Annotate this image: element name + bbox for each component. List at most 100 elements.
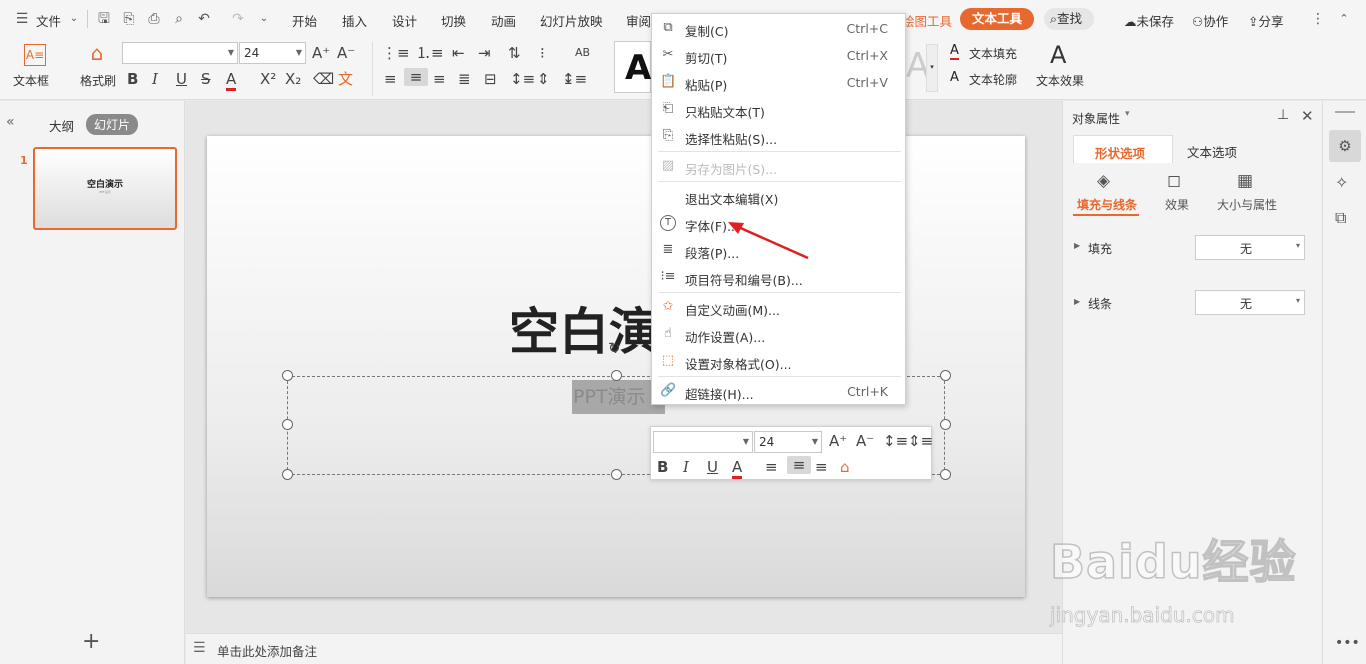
decrease-font-icon[interactable]: A⁻ <box>856 432 874 450</box>
tab-text-tools[interactable]: 文本工具 <box>960 8 1035 30</box>
subscript-icon[interactable]: X₂ <box>285 70 301 88</box>
share-button[interactable]: ⇪分享 <box>1248 11 1284 30</box>
properties-icon[interactable]: ⚙ <box>1329 130 1361 162</box>
tab-design[interactable]: 设计 <box>392 11 417 30</box>
resize-handle[interactable] <box>940 370 951 381</box>
tab-outline[interactable]: 大纲 <box>49 116 74 135</box>
chevron-down-icon[interactable]: ▾ <box>1125 109 1130 119</box>
size-property-icon[interactable]: ▦ <box>1237 171 1253 191</box>
line-spacing-icon[interactable]: ↕≡ <box>883 432 908 450</box>
tab-shape-options[interactable]: 形状选项 <box>1073 135 1173 163</box>
tab-home[interactable]: 开始 <box>292 11 317 30</box>
font-color-icon[interactable]: A <box>732 458 743 479</box>
text-style-gallery[interactable]: A <box>614 41 651 93</box>
align-center-icon[interactable]: ≡ <box>404 68 428 86</box>
rotate-handle-icon[interactable]: ↻ <box>608 340 624 356</box>
sort-icon[interactable]: ⇅ <box>508 44 521 62</box>
tab-slides[interactable]: 幻灯片 <box>86 114 139 135</box>
gallery-scroll-icon[interactable]: ▾ <box>926 44 938 92</box>
text-fill-label[interactable]: 文本填充 <box>969 45 1017 62</box>
print-icon[interactable]: ⎙ <box>146 11 162 27</box>
redo-icon[interactable]: ↷ <box>230 11 246 27</box>
resize-handle[interactable] <box>611 469 622 480</box>
subtab-size[interactable]: 大小与属性 <box>1217 196 1277 213</box>
resize-handle[interactable] <box>940 469 951 480</box>
phonetic-icon[interactable]: 文 <box>338 70 353 88</box>
align-right-icon[interactable]: ≡ <box>433 70 446 88</box>
format-painter-icon[interactable]: ⌂ <box>86 43 108 63</box>
hamburger-icon[interactable]: ☰ <box>14 11 30 27</box>
textbox-label[interactable]: 文本框 <box>13 72 49 89</box>
resize-handle[interactable] <box>282 370 293 381</box>
increase-indent-icon[interactable]: ⇥ <box>478 44 491 62</box>
print-preview-icon[interactable]: ⌕ <box>171 11 187 27</box>
columns-icon[interactable]: ⁝ <box>540 44 545 62</box>
menu-item-copy[interactable]: ⧉ 复制(C) Ctrl+C <box>652 15 905 42</box>
text-effect-icon[interactable]: A <box>1050 42 1066 68</box>
mini-font-name-select[interactable]: ▼ <box>653 431 753 453</box>
numbering-icon[interactable]: ⒈≡ <box>416 44 444 62</box>
customize-chevron-icon[interactable]: ⌄ <box>256 11 272 27</box>
increase-font-icon[interactable]: A⁺ <box>829 432 847 450</box>
slide-thumbnail[interactable]: 空白演示 PPT演示 <box>33 147 177 230</box>
font-name-select[interactable]: ▼ <box>122 42 238 64</box>
menu-item-paste-special[interactable]: ⎘ 选择性粘贴(S)... <box>652 123 905 150</box>
fill-select[interactable]: 无 ▾ <box>1195 235 1305 260</box>
decrease-font-icon[interactable]: A⁻ <box>337 44 355 62</box>
text-direction-icon[interactable]: AB <box>575 44 590 62</box>
slide-title[interactable]: 空白演 <box>509 304 659 360</box>
fill-line-icon[interactable]: ◈ <box>1097 171 1110 191</box>
distribute-icon[interactable]: ⊟ <box>484 70 497 88</box>
superscript-icon[interactable]: X² <box>260 70 276 88</box>
notes-bar[interactable]: ☰ 单击此处添加备注 <box>186 633 1062 664</box>
menu-item-bullets[interactable]: ⁝≡ 项目符号和编号(B)... <box>652 264 905 291</box>
close-icon[interactable]: ✕ <box>1301 107 1314 125</box>
align-right-icon[interactable]: ≡ <box>815 458 828 476</box>
menu-item-paste[interactable]: 📋 粘贴(P) Ctrl+V <box>652 69 905 96</box>
pin-icon[interactable]: ⊥ <box>1277 107 1289 123</box>
increase-font-icon[interactable]: A⁺ <box>312 44 330 62</box>
align-left-icon[interactable]: ≡ <box>765 458 778 476</box>
decrease-indent-icon[interactable]: ⇤ <box>452 44 465 62</box>
undo-icon[interactable]: ↶ <box>196 11 212 27</box>
menu-item-custom-animation[interactable]: ✩ 自定义动画(M)... <box>652 294 905 321</box>
export-icon[interactable]: ⎘ <box>121 11 137 27</box>
file-menu[interactable]: 文件 <box>36 11 61 30</box>
menu-item-hyperlink[interactable]: 🔗 超链接(H)... Ctrl+K <box>652 378 905 405</box>
tab-text-options[interactable]: 文本选项 <box>1187 142 1237 161</box>
text-outline-label[interactable]: 文本轮廓 <box>969 71 1017 88</box>
chevron-down-icon[interactable]: ⌄ <box>66 11 82 27</box>
strikethrough-icon[interactable]: S <box>201 70 211 88</box>
subtab-effect[interactable]: 效果 <box>1165 196 1189 213</box>
mini-font-size-select[interactable]: 24 ▼ <box>754 431 822 453</box>
underline-icon[interactable]: U <box>176 70 187 88</box>
tab-insert[interactable]: 插入 <box>342 11 367 30</box>
menu-item-format-object[interactable]: ⬚ 设置对象格式(O)... <box>652 348 905 375</box>
italic-icon[interactable]: I <box>683 458 689 476</box>
textbox-icon[interactable]: A≡ <box>24 44 46 66</box>
collapse-panel-icon[interactable]: « <box>6 114 15 130</box>
effect-icon[interactable]: ◻ <box>1167 171 1181 191</box>
bold-icon[interactable]: B <box>657 458 668 476</box>
para-spacing-icon[interactable]: ⇕ <box>537 70 550 88</box>
line-spacing-icon[interactable]: ↕≡ <box>510 70 535 88</box>
vertical-align-icon[interactable]: ↨≡ <box>562 70 587 88</box>
search-button[interactable]: ⌕查找 <box>1044 8 1095 30</box>
resize-handle[interactable] <box>282 469 293 480</box>
collapse-ribbon-icon[interactable]: ⌃ <box>1336 11 1352 27</box>
tab-drawing-tools[interactable]: 绘图工具 <box>902 11 952 30</box>
tab-animation[interactable]: 动画 <box>491 11 516 30</box>
menu-item-exit-edit[interactable]: 退出文本编辑(X) <box>652 183 905 210</box>
line-select[interactable]: 无 ▾ <box>1195 290 1305 315</box>
subtab-fill-line[interactable]: 填充与线条 <box>1077 196 1137 213</box>
font-size-select[interactable]: 24 ▼ <box>239 42 306 64</box>
text-outline-icon[interactable]: A <box>950 69 959 87</box>
menu-item-paste-text[interactable]: ⎗ 只粘贴文本(T) <box>652 96 905 123</box>
underline-icon[interactable]: U <box>707 458 718 476</box>
tab-slideshow[interactable]: 幻灯片放映 <box>540 11 603 30</box>
more-vertical-icon[interactable]: ⋮ <box>1310 11 1326 27</box>
text-fill-icon[interactable]: A <box>950 44 959 60</box>
bold-icon[interactable]: B <box>127 70 138 88</box>
text-effect-label[interactable]: 文本效果 <box>1036 72 1084 89</box>
resize-handle[interactable] <box>940 419 951 430</box>
